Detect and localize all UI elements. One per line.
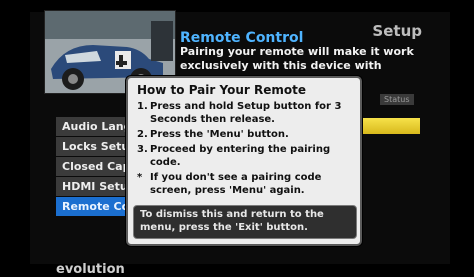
- pairing-dialog: How to Pair Your Remote 1. Press and hol…: [126, 76, 362, 246]
- list-item: 1. Press and hold Setup button for 3 Sec…: [137, 100, 349, 126]
- dialog-title: How to Pair Your Remote: [137, 83, 306, 97]
- status-highlight-bar: [352, 118, 420, 134]
- list-item: * If you don't see a pairing code screen…: [137, 171, 349, 197]
- list-item: 3. Proceed by entering the pairing code.: [137, 143, 349, 169]
- step-text: Press and hold Setup button for 3 Second…: [150, 101, 342, 125]
- step-marker: *: [137, 172, 143, 183]
- step-text: If you don't see a pairing code screen, …: [150, 172, 322, 196]
- brand-logo-text: evolution: [56, 262, 125, 277]
- step-marker: 1.: [137, 101, 148, 112]
- pairing-steps-list: 1. Press and hold Setup button for 3 Sec…: [137, 100, 349, 199]
- step-marker: 2.: [137, 129, 148, 140]
- step-text: Proceed by entering the pairing code.: [150, 144, 331, 168]
- step-marker: 3.: [137, 144, 148, 155]
- status-column-label: Status: [380, 94, 414, 105]
- section-label: Setup: [372, 22, 422, 40]
- page-title: Remote Control: [180, 30, 304, 46]
- step-text: Press the 'Menu' button.: [150, 129, 289, 140]
- tv-frame: Remote Control Pairing your remote will …: [0, 0, 474, 277]
- list-item: 2. Press the 'Menu' button.: [137, 128, 349, 141]
- dismiss-instructions: To dismiss this and return to the menu, …: [133, 205, 357, 239]
